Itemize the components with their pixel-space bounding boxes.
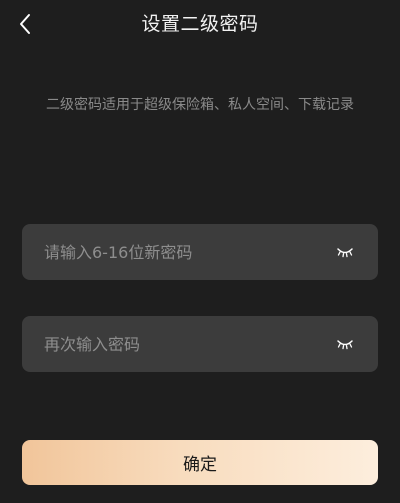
confirm-password-field xyxy=(22,316,378,372)
header-bar: 设置二级密码 xyxy=(0,0,400,48)
eye-closed-icon xyxy=(337,248,353,258)
new-password-input[interactable] xyxy=(22,224,322,280)
page-title: 设置二级密码 xyxy=(141,13,259,35)
eye-closed-icon xyxy=(337,340,353,350)
new-password-visibility-toggle[interactable] xyxy=(334,242,356,262)
confirm-password-visibility-toggle[interactable] xyxy=(334,334,356,354)
confirm-button[interactable]: 确定 xyxy=(22,440,378,485)
description-text: 二级密码适用于超级保险箱、私人空间、下载记录 xyxy=(46,97,354,113)
confirm-password-input[interactable] xyxy=(22,316,322,372)
new-password-field xyxy=(22,224,378,280)
